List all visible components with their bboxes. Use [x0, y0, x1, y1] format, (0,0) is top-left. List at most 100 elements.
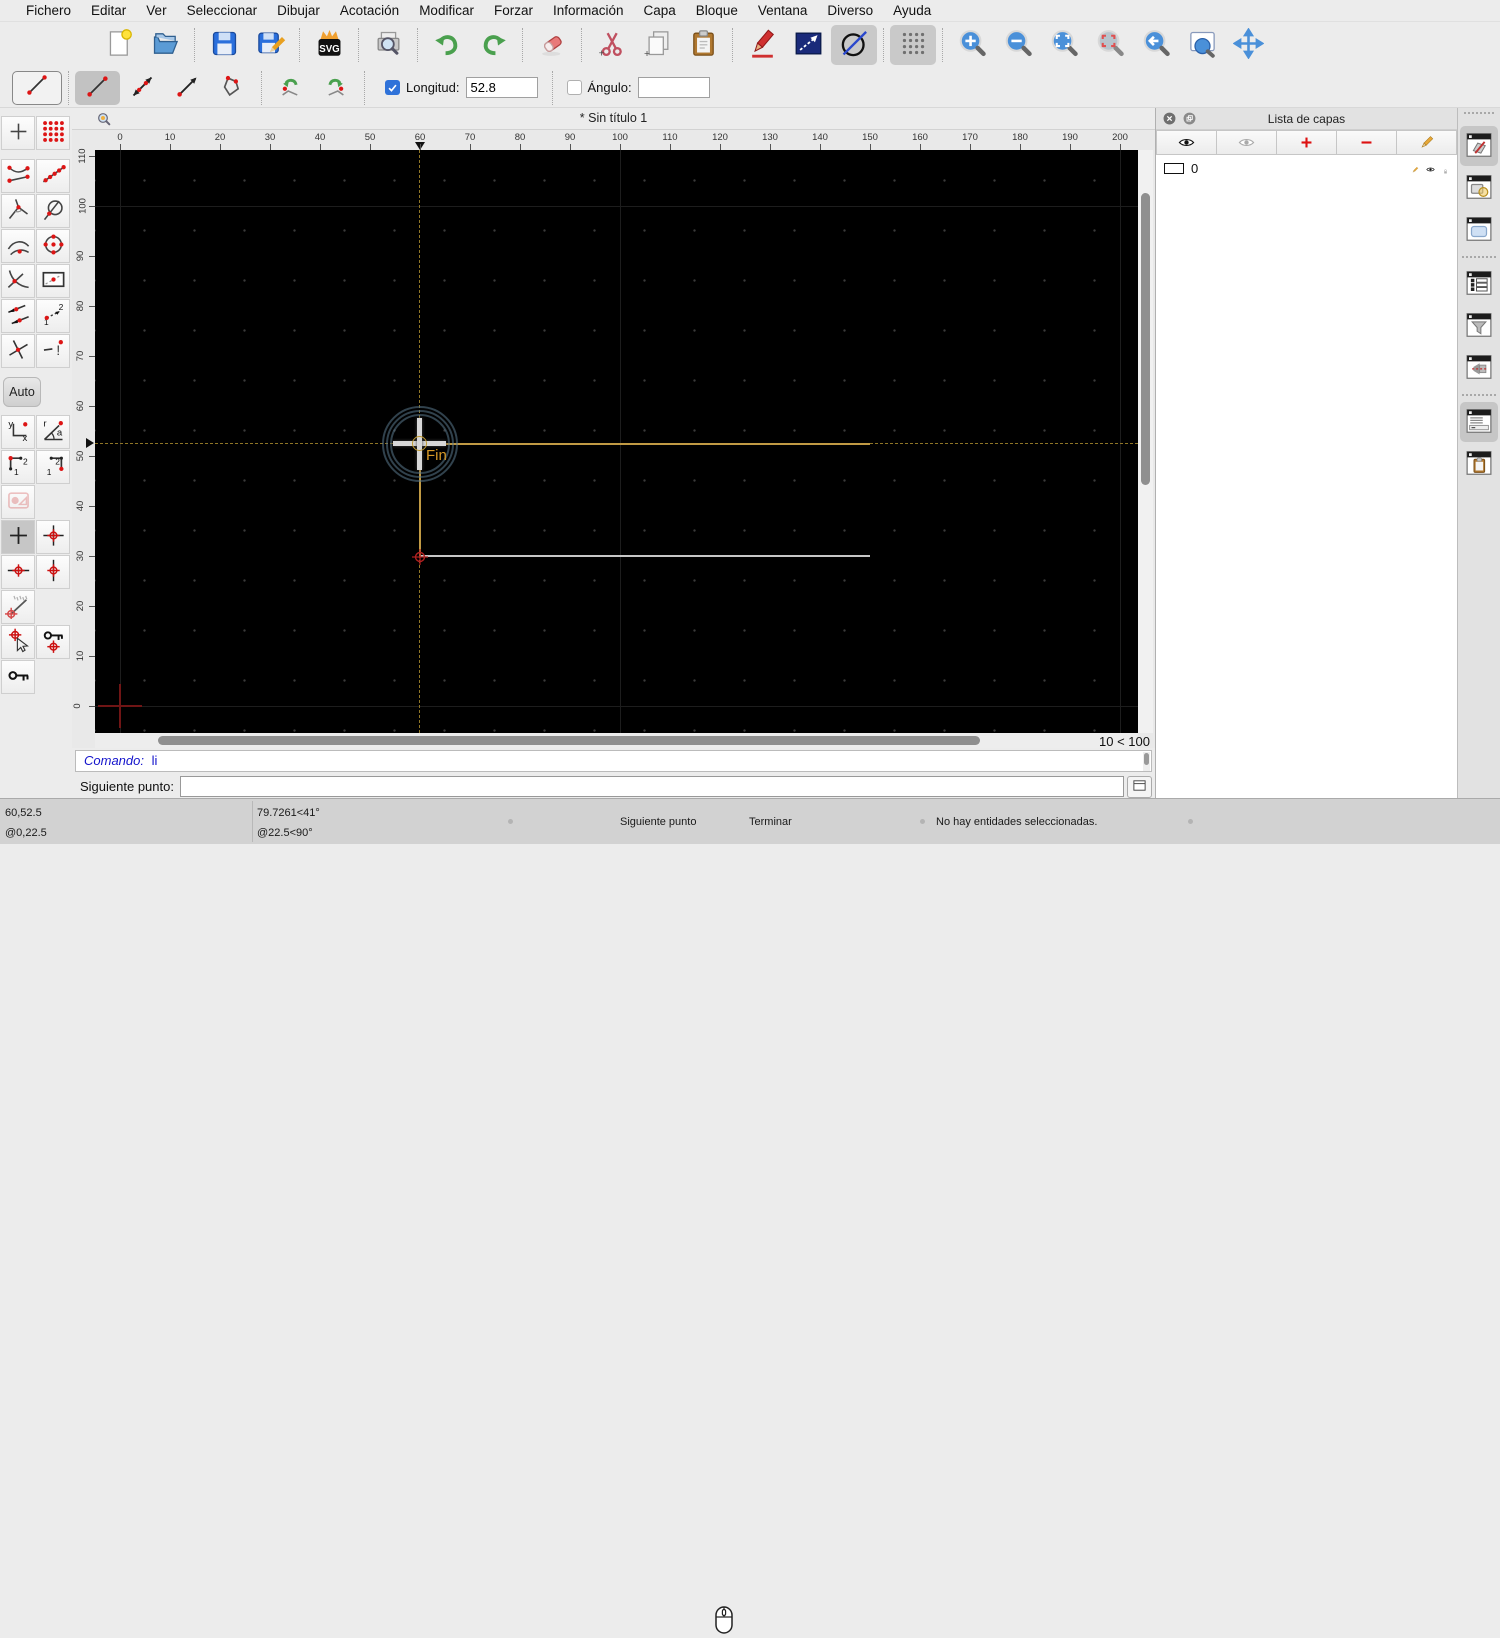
- menu-ventana[interactable]: Ventana: [748, 0, 818, 22]
- sequence-redo-button[interactable]: [313, 71, 358, 105]
- crosshair-target-button[interactable]: [36, 520, 70, 554]
- command-history-scrollbar[interactable]: [1143, 752, 1150, 771]
- zoom-auto-button[interactable]: [1041, 25, 1087, 65]
- menu-capa[interactable]: Capa: [634, 0, 686, 22]
- menu-diverso[interactable]: Diverso: [817, 0, 883, 22]
- key-tool-button[interactable]: [1, 660, 35, 694]
- snap-grid-button[interactable]: [36, 116, 70, 150]
- scrollbar-thumb[interactable]: [1144, 753, 1149, 765]
- snap-cross-button[interactable]: [1, 334, 35, 368]
- scrollbar-thumb[interactable]: [158, 736, 980, 745]
- horizontal-scrollbar[interactable]: [95, 733, 1138, 748]
- snap-reference-box-button[interactable]: [36, 264, 70, 298]
- corner-right-button[interactable]: 12: [36, 450, 70, 484]
- menu-ver[interactable]: Ver: [136, 0, 176, 22]
- menu-informacion[interactable]: Información: [543, 0, 634, 22]
- drawing-canvas[interactable]: Fin: [95, 150, 1138, 733]
- selection-disabled-button[interactable]: [1, 485, 35, 519]
- length-input[interactable]: [465, 77, 538, 98]
- snap-on-entity-button[interactable]: [36, 159, 70, 193]
- layer-visibility-icon[interactable]: [1419, 161, 1435, 177]
- menu-fichero[interactable]: Fichero: [16, 0, 81, 22]
- dock-clipboard-button[interactable]: [1460, 444, 1498, 484]
- dock-notifications-button[interactable]: [1460, 348, 1498, 388]
- dock-command-line-button[interactable]: [1460, 402, 1498, 442]
- line-arrow-button[interactable]: [165, 71, 210, 105]
- dock-entity-list-button[interactable]: [1460, 264, 1498, 304]
- zoom-window-button[interactable]: [1179, 25, 1225, 65]
- snap-free-button[interactable]: [1, 116, 35, 150]
- command-options-button[interactable]: [1127, 775, 1152, 798]
- corner-left-button[interactable]: 12: [1, 450, 35, 484]
- snap-tangent-button[interactable]: [1, 229, 35, 263]
- draft-toggle-button[interactable]: [831, 25, 877, 65]
- layer-lock-icon[interactable]: [1435, 162, 1449, 176]
- eraser-button[interactable]: [529, 25, 575, 65]
- snap-entity-loop-button[interactable]: [36, 194, 70, 228]
- vertical-scrollbar[interactable]: [1138, 150, 1153, 733]
- coord-polar-button[interactable]: ra: [36, 415, 70, 449]
- scrollbar-thumb[interactable]: [1141, 193, 1150, 485]
- polyline-button[interactable]: [210, 71, 255, 105]
- dock-strip-handle[interactable]: [1464, 112, 1494, 122]
- pick-target-button[interactable]: [1, 625, 35, 659]
- layer-color-swatch[interactable]: [1164, 163, 1184, 174]
- crosshair-plus-button[interactable]: [1, 520, 35, 554]
- snap-perpendicular-button[interactable]: [1, 264, 35, 298]
- menu-acotacion[interactable]: Acotación: [330, 0, 409, 22]
- horizontal-target-button[interactable]: [1, 555, 35, 589]
- grid-toggle-button[interactable]: [890, 25, 936, 65]
- redo-button[interactable]: [470, 25, 516, 65]
- menu-editar[interactable]: Editar: [81, 0, 136, 22]
- snap-endpoints-button[interactable]: [1, 159, 35, 193]
- restrict-sequence-button[interactable]: 12: [36, 299, 70, 333]
- menu-modificar[interactable]: Modificar: [409, 0, 484, 22]
- dock-library-browser-button[interactable]: [1460, 210, 1498, 250]
- auto-snap-button[interactable]: Auto: [3, 377, 41, 407]
- angle-gauge-button[interactable]: [1, 590, 35, 624]
- add-layer-button[interactable]: [1277, 130, 1337, 155]
- undo-button[interactable]: [424, 25, 470, 65]
- angle-checkbox[interactable]: [566, 80, 582, 95]
- vertical-target-button[interactable]: [36, 555, 70, 589]
- zoom-out-button[interactable]: [995, 25, 1041, 65]
- print-preview-button[interactable]: [365, 25, 411, 65]
- draw-pen-button[interactable]: [739, 25, 785, 65]
- zoom-selected-button[interactable]: [1087, 25, 1133, 65]
- menu-bloque[interactable]: Bloque: [686, 0, 748, 22]
- length-checkbox[interactable]: [385, 80, 400, 95]
- hide-all-layers-button[interactable]: [1217, 130, 1277, 155]
- paste-button[interactable]: [680, 25, 726, 65]
- selection-window-button[interactable]: [785, 25, 831, 65]
- pan-button[interactable]: [1225, 25, 1271, 65]
- edit-layer-icon[interactable]: [1404, 161, 1419, 176]
- menu-ayuda[interactable]: Ayuda: [883, 0, 941, 22]
- svg-export-button[interactable]: SVG: [306, 25, 352, 65]
- sequence-undo-button[interactable]: [268, 71, 313, 105]
- angle-input[interactable]: [637, 77, 710, 98]
- dock-block-list-button[interactable]: [1460, 168, 1498, 208]
- edit-layer-button[interactable]: [1397, 130, 1457, 155]
- show-all-layers-button[interactable]: [1156, 130, 1217, 155]
- new-document-button[interactable]: [96, 25, 142, 65]
- dock-selection-filter-button[interactable]: [1460, 306, 1498, 346]
- dock-layer-list-button[interactable]: [1460, 126, 1498, 166]
- snap-exclusive-button[interactable]: !: [36, 334, 70, 368]
- menu-dibujar[interactable]: Dibujar: [267, 0, 330, 22]
- zoom-in-button[interactable]: [949, 25, 995, 65]
- open-file-button[interactable]: [142, 25, 188, 65]
- coord-cartesian-button[interactable]: yx: [1, 415, 35, 449]
- snap-intersection-button[interactable]: [1, 194, 35, 228]
- key-target-button[interactable]: [36, 625, 70, 659]
- line-double-arrow-button[interactable]: [120, 71, 165, 105]
- command-input[interactable]: [179, 776, 1124, 797]
- menu-seleccionar[interactable]: Seleccionar: [177, 0, 268, 22]
- zoom-previous-button[interactable]: [1133, 25, 1179, 65]
- drawing-window-titlebar[interactable]: * Sin título 1: [72, 108, 1155, 130]
- save-as-button[interactable]: [247, 25, 293, 65]
- copy-button[interactable]: +: [634, 25, 680, 65]
- cut-button[interactable]: +: [588, 25, 634, 65]
- layer-row[interactable]: 0: [1156, 158, 1457, 179]
- line-two-points-button[interactable]: [75, 70, 120, 105]
- command-history[interactable]: Comando: li: [75, 750, 1152, 772]
